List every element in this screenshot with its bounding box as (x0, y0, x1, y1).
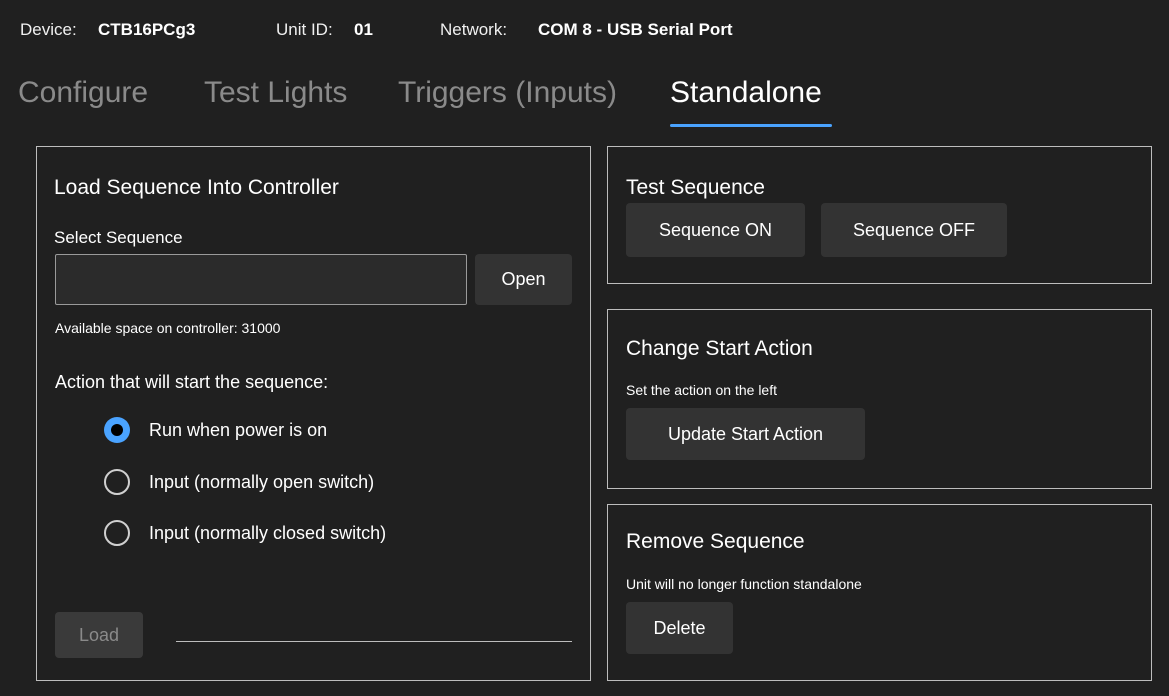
remove-panel-title: Remove Sequence (626, 530, 805, 553)
available-space-text: Available space on controller: 31000 (55, 320, 281, 336)
tab-configure[interactable]: Configure (18, 76, 148, 110)
start-action-label: Action that will start the sequence: (55, 372, 329, 392)
device-info-bar: Device: CTB16PCg3 Unit ID: 01 Network: C… (0, 0, 1169, 60)
sequence-path-input[interactable] (55, 254, 467, 305)
load-button[interactable]: Load (55, 612, 143, 658)
change-start-action-panel (607, 309, 1152, 489)
unit-id-label: Unit ID: (276, 20, 333, 39)
sequence-on-button[interactable]: Sequence ON (626, 203, 805, 257)
radio-run-when-power-on[interactable]: Run when power is on (104, 415, 327, 445)
radio-label: Run when power is on (149, 419, 328, 440)
device-label: Device: (20, 20, 77, 39)
select-sequence-label: Select Sequence (54, 228, 183, 247)
radio-label: Input (normally open switch) (149, 471, 375, 492)
tab-test-lights[interactable]: Test Lights (204, 76, 347, 110)
network-label: Network: (440, 20, 508, 39)
unit-id-value: 01 (354, 20, 373, 39)
start-action-panel-title: Change Start Action (626, 337, 813, 360)
load-progress-line (176, 641, 572, 642)
sequence-off-button[interactable]: Sequence OFF (821, 203, 1007, 257)
tab-standalone[interactable]: Standalone (670, 76, 822, 110)
radio-checked-icon (104, 417, 130, 443)
radio-label: Input (normally closed switch) (149, 522, 387, 543)
tab-bar: Configure Test Lights Triggers (Inputs) … (0, 68, 900, 128)
active-tab-indicator (670, 124, 832, 127)
test-panel-title: Test Sequence (626, 176, 765, 199)
remove-sequence-hint: Unit will no longer function standalone (626, 576, 862, 592)
radio-input-normally-closed[interactable]: Input (normally closed switch) (104, 518, 386, 548)
load-sequence-panel (36, 146, 591, 681)
tab-triggers-inputs[interactable]: Triggers (Inputs) (398, 76, 617, 110)
radio-input-normally-open[interactable]: Input (normally open switch) (104, 467, 374, 497)
network-value: COM 8 - USB Serial Port (538, 20, 733, 39)
delete-button[interactable]: Delete (626, 602, 733, 654)
open-button[interactable]: Open (475, 254, 572, 305)
device-value: CTB16PCg3 (98, 20, 196, 39)
radio-unchecked-icon (104, 469, 130, 495)
load-panel-title: Load Sequence Into Controller (54, 176, 339, 199)
start-action-hint: Set the action on the left (626, 382, 777, 398)
update-start-action-button[interactable]: Update Start Action (626, 408, 865, 460)
radio-unchecked-icon (104, 520, 130, 546)
